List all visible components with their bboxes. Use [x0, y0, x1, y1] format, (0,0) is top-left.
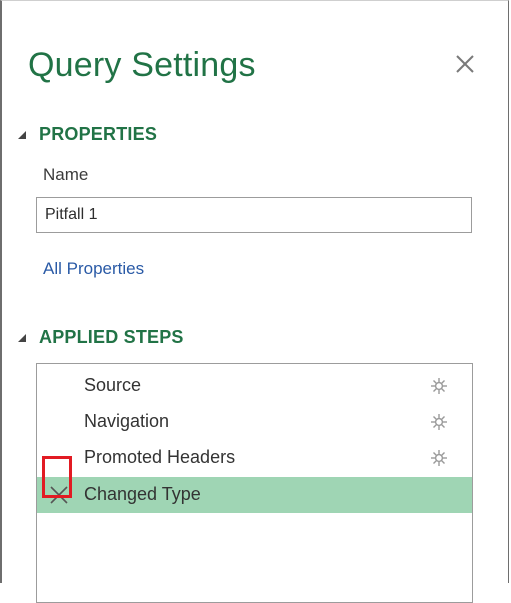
step-label: Source	[84, 375, 142, 395]
panel-title: Query Settings	[28, 46, 256, 84]
step-label: Changed Type	[84, 484, 201, 504]
properties-section-header[interactable]: PROPERTIES	[16, 124, 157, 145]
gear-icon[interactable]	[430, 377, 448, 395]
query-settings-panel: Query Settings PROPERTIES Name All Prope…	[0, 0, 509, 603]
step-label: Promoted Headers	[84, 447, 236, 467]
gear-icon[interactable]	[430, 449, 448, 467]
close-icon	[450, 49, 480, 79]
collapse-triangle-icon	[16, 332, 28, 344]
step-item-navigation[interactable]: Navigation	[37, 404, 472, 440]
applied-steps-section-header[interactable]: APPLIED STEPS	[16, 327, 184, 348]
name-label: Name	[43, 165, 89, 184]
gear-icon[interactable]	[430, 413, 448, 431]
name-field[interactable]	[36, 197, 472, 233]
step-label: Navigation	[84, 411, 170, 431]
step-item-source[interactable]: Source	[37, 368, 472, 404]
step-item-changed-type[interactable]: Changed Type	[37, 477, 472, 513]
properties-header-label: PROPERTIES	[39, 124, 158, 144]
step-item-promoted-headers[interactable]: Promoted Headers	[37, 440, 472, 476]
all-properties-link[interactable]: All Properties	[43, 259, 144, 279]
applied-steps-list: Source Navigation Promoted Headers Chang…	[36, 363, 473, 603]
close-button[interactable]	[450, 49, 480, 79]
collapse-triangle-icon	[16, 129, 28, 141]
applied-steps-header-label: APPLIED STEPS	[39, 327, 184, 347]
delete-step-highlight	[42, 456, 72, 498]
